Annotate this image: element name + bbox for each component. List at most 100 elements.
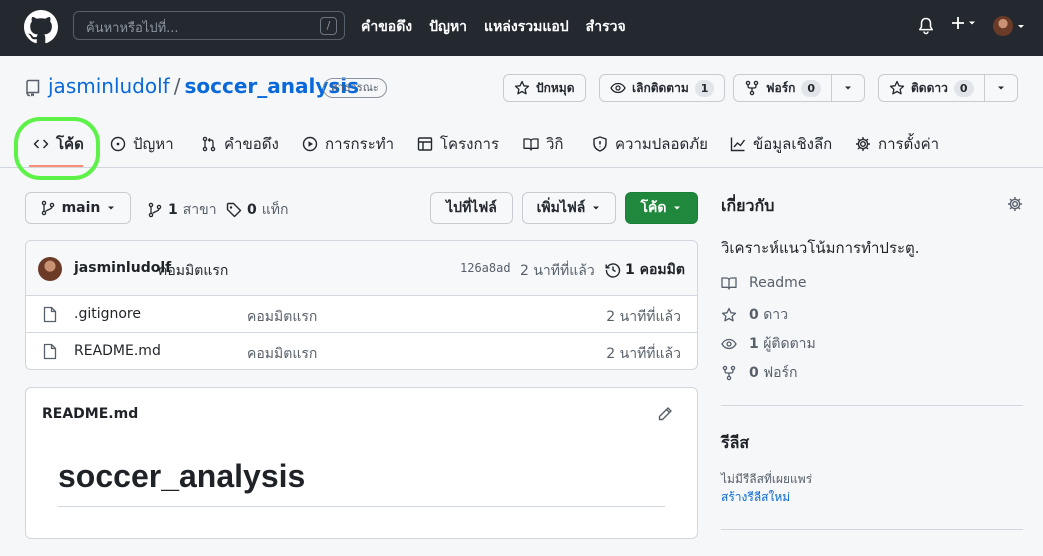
about-title: เกี่ยวกับ	[721, 196, 775, 215]
tab-security[interactable]: ความปลอดภัย	[592, 132, 708, 156]
star-icon	[721, 307, 737, 322]
tab-actions-label: การกระทำ	[325, 135, 395, 153]
global-nav: คำขอดึง ปัญหา แหล่งรวมแอป สำรวจ	[361, 16, 626, 38]
branch-count-label: สาขา	[182, 202, 217, 218]
tab-wiki[interactable]: วิกิ	[523, 132, 564, 156]
book-icon	[721, 277, 737, 290]
forks-label: ฟอร์ก	[763, 365, 798, 381]
nav-explore[interactable]: สำรวจ	[586, 16, 626, 38]
unwatch-button[interactable]: เลิกติดตาม 1	[599, 74, 726, 102]
tag-icon	[226, 202, 242, 218]
file-row[interactable]: README.md คอมมิตแรก 2 นาทีที่แล้ว	[26, 333, 697, 369]
add-file-button[interactable]: เพิ่มไฟล์	[522, 192, 616, 224]
notifications-bell-icon[interactable]	[918, 17, 934, 35]
star-icon	[889, 80, 905, 95]
code-button-label: โค้ด	[640, 200, 667, 216]
caret-down-icon	[969, 21, 975, 25]
commit-message[interactable]: คอมมิตแรก	[158, 260, 228, 282]
commit-author[interactable]: jasminludolf	[74, 260, 171, 276]
book-icon	[523, 138, 539, 151]
github-logo-icon[interactable]	[24, 10, 58, 44]
create-release-link[interactable]: สร้างรีลีสใหม่	[721, 488, 790, 507]
tab-security-label: ความปลอดภัย	[615, 135, 708, 153]
stars-label: ดาว	[763, 307, 789, 323]
commit-author-avatar[interactable]	[38, 257, 62, 281]
watch-counter: 1	[694, 79, 715, 97]
tab-pull-requests[interactable]: คำขอดึง	[201, 132, 279, 156]
forks-count: 0	[749, 365, 759, 381]
commit-history-link[interactable]: 1 คอมมิต	[605, 259, 685, 281]
star-button[interactable]: ติดดาว 0	[879, 75, 984, 101]
global-header: ค้นหาหรือไปที่... / คำขอดึง ปัญหา แหล่งร…	[0, 0, 1043, 56]
stars-count: 0	[749, 307, 759, 323]
tab-insights[interactable]: ข้อมูลเชิงลึก	[730, 132, 832, 156]
eye-icon	[610, 82, 626, 94]
file-list: jasminludolf คอมมิตแรก 126a8ad 2 นาทีที่…	[25, 240, 698, 370]
branch-select-button[interactable]: main	[25, 192, 131, 224]
tags-link[interactable]: 0 แท็ก	[226, 199, 288, 221]
pencil-icon[interactable]	[657, 406, 673, 422]
issue-icon	[110, 136, 126, 152]
tag-count-label: แท็ก	[261, 202, 289, 218]
fork-button-group: ฟอร์ก 0	[733, 74, 866, 102]
repo-owner-link[interactable]: jasminludolf	[48, 74, 170, 98]
repo-icon	[26, 79, 40, 97]
unwatch-label: เลิกติดตาม	[632, 80, 689, 95]
star-dropdown-button[interactable]	[985, 75, 1017, 101]
user-avatar[interactable]	[993, 16, 1013, 36]
gear-icon[interactable]	[1007, 196, 1023, 212]
fork-dropdown-button[interactable]	[832, 75, 864, 101]
sidebar-divider	[721, 405, 1023, 406]
file-name[interactable]: .gitignore	[74, 306, 141, 322]
repo-path-separator: /	[173, 74, 181, 98]
eye-icon	[721, 338, 737, 350]
file-commit-message[interactable]: คอมมิตแรก	[247, 343, 317, 365]
branch-name: main	[61, 200, 101, 216]
releases-title[interactable]: รีลีส	[721, 431, 749, 456]
history-icon	[605, 263, 621, 278]
readme-link-label: Readme	[749, 275, 807, 291]
file-commit-message[interactable]: คอมมิตแรก	[247, 306, 317, 328]
file-name[interactable]: README.md	[74, 343, 161, 359]
avatar-caret-down-icon[interactable]	[1016, 22, 1026, 32]
tag-count: 0	[247, 202, 257, 218]
tab-projects[interactable]: โครงการ	[417, 132, 499, 156]
caret-down-icon	[108, 206, 115, 210]
nav-issues[interactable]: ปัญหา	[429, 16, 467, 38]
nav-marketplace[interactable]: แหล่งรวมแอป	[484, 16, 569, 38]
readme-link[interactable]: Readme	[721, 275, 806, 291]
sidebar-divider	[721, 529, 1023, 530]
fork-icon	[745, 80, 759, 96]
add-file-label: เพิ่มไฟล์	[536, 200, 586, 216]
play-icon	[302, 136, 318, 152]
readme-panel: README.md soccer_analysis	[25, 387, 698, 539]
forks-link[interactable]: 0 ฟอร์ก	[721, 362, 798, 384]
search-placeholder: ค้นหาหรือไปที่...	[86, 21, 179, 36]
go-to-file-button[interactable]: ไปที่ไฟล์	[430, 192, 513, 224]
file-row[interactable]: .gitignore คอมมิตแรก 2 นาทีที่แล้ว	[26, 296, 697, 333]
branch-icon	[148, 202, 162, 218]
readme-heading: soccer_analysis	[58, 458, 306, 494]
file-icon	[43, 343, 57, 360]
pin-button[interactable]: ปักหมุด	[503, 74, 586, 102]
branches-link[interactable]: 1 สาขา	[147, 199, 217, 221]
commit-hash[interactable]: 126a8ad	[460, 261, 511, 275]
create-new-menu[interactable]	[951, 16, 977, 30]
caret-down-icon	[593, 206, 600, 210]
repo-path: jasminludolf / soccer_analysis	[48, 74, 359, 98]
star-counter: 0	[953, 79, 974, 97]
code-button[interactable]: โค้ด	[625, 192, 698, 224]
visibility-badge: สาธารณะ	[323, 78, 387, 98]
plus-icon	[952, 17, 964, 29]
tab-actions[interactable]: การกระทำ	[302, 132, 394, 156]
stars-link[interactable]: 0 ดาว	[721, 304, 788, 326]
nav-pull-requests[interactable]: คำขอดึง	[361, 16, 412, 38]
fork-button[interactable]: ฟอร์ก 0	[734, 75, 831, 101]
gear-icon	[856, 137, 870, 151]
readme-heading-rule	[58, 506, 665, 507]
tab-settings[interactable]: การตั้งค่า	[855, 132, 939, 156]
no-releases-text: ไม่มีรีลีสที่เผยแพร่	[721, 472, 813, 486]
tab-issues[interactable]: ปัญหา	[110, 132, 174, 156]
search-input[interactable]: ค้นหาหรือไปที่... /	[73, 11, 345, 40]
watchers-link[interactable]: 1 ผู้ติดตาม	[721, 333, 816, 355]
